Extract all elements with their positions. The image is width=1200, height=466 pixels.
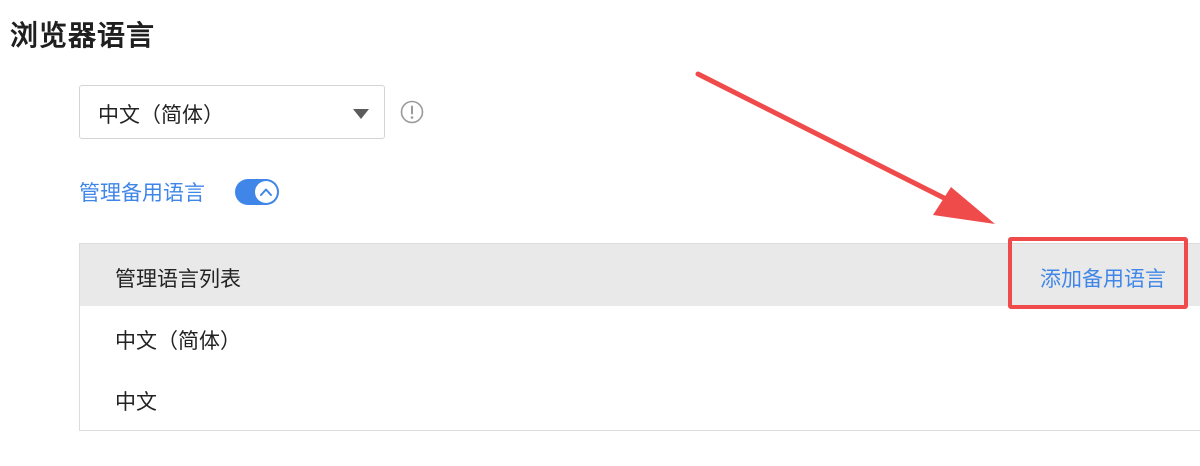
language-list-item[interactable]: 中文 [115,386,157,416]
language-list-item[interactable]: 中文（简体） [115,325,241,355]
selected-language: 中文（简体） [98,103,224,127]
info-icon[interactable] [400,100,424,124]
language-list-header: 管理语言列表 添加备用语言 [80,244,1200,306]
browser-language-settings: 浏览器语言 中文（简体） 管理备用语言 管理语言列表 添加备用语言 中文（简体）… [0,0,1200,466]
manage-backup-languages-link[interactable]: 管理备用语言 [79,177,205,207]
add-backup-language-button[interactable]: 添加备用语言 [1040,263,1166,293]
browser-language-dropdown[interactable]: 中文（简体） [79,85,385,139]
manage-backup-languages-toggle[interactable] [235,179,279,205]
section-title: 浏览器语言 [10,19,156,52]
language-list-title: 管理语言列表 [115,267,241,291]
chevron-up-icon [260,188,272,196]
toggle-knob [255,181,277,203]
language-list-panel: 管理语言列表 添加备用语言 中文（简体） 中文 [79,243,1200,431]
caret-down-icon [353,109,369,119]
